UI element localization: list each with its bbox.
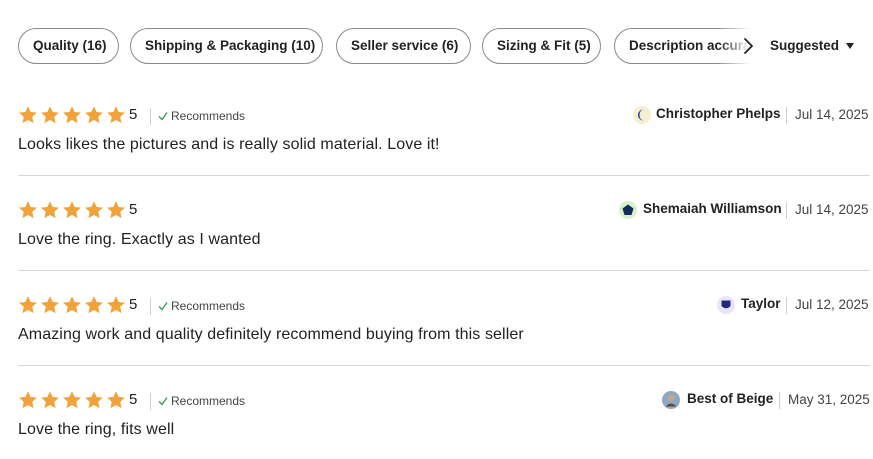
- chevron-right-icon[interactable]: [737, 34, 759, 58]
- review-meta: Best of Beige May 31, 2025: [662, 390, 870, 410]
- star-icon: [106, 105, 126, 125]
- check-icon: [158, 301, 168, 311]
- photo-avatar-icon[interactable]: [662, 391, 680, 409]
- recommends-label: Recommends: [171, 109, 246, 123]
- star-icon: [84, 390, 104, 410]
- reviewer-name[interactable]: Taylor: [741, 296, 781, 311]
- filter-chip-quality[interactable]: Quality (16): [18, 28, 119, 64]
- divider: [786, 202, 787, 219]
- rating-value: 5: [129, 391, 138, 408]
- star-icon: [84, 295, 104, 315]
- reviewer-name[interactable]: Christopher Phelps: [656, 106, 781, 121]
- review-text: Looks likes the pictures and is really s…: [18, 136, 440, 153]
- review-date: May 31, 2025: [788, 392, 870, 407]
- star-rating: [18, 105, 128, 125]
- star-icon: [18, 295, 38, 315]
- star-icon: [40, 105, 60, 125]
- star-icon: [106, 295, 126, 315]
- review-text: Love the ring, fits well: [18, 421, 175, 438]
- star-icon: [18, 390, 38, 410]
- star-rating: [18, 295, 128, 315]
- review-date: Jul 14, 2025: [795, 202, 869, 217]
- recommends-badge: Recommends: [158, 109, 245, 123]
- divider: [786, 297, 787, 314]
- star-icon: [40, 295, 60, 315]
- sort-dropdown[interactable]: Suggested: [770, 28, 839, 64]
- review-date: Jul 12, 2025: [795, 297, 869, 312]
- divider: [779, 392, 780, 409]
- rating-value: 5: [129, 296, 138, 313]
- star-icon: [62, 105, 82, 125]
- recommends-badge: Recommends: [158, 299, 245, 313]
- divider: [150, 108, 151, 125]
- star-rating: [18, 390, 128, 410]
- star-icon: [84, 200, 104, 220]
- check-icon: [158, 111, 168, 121]
- review-text: Love the ring. Exactly as I wanted: [18, 231, 261, 248]
- review-item: 5 Recommends Love the ring, fits well Be…: [18, 383, 870, 443]
- divider: [150, 393, 151, 410]
- review-meta: Taylor Jul 12, 2025: [717, 295, 870, 315]
- review-item: 5 Recommends Amazing work and quality de…: [18, 288, 870, 366]
- check-icon: [158, 396, 168, 406]
- rating-value: 5: [129, 201, 138, 218]
- review-item: 5 Recommends Looks likes the pictures an…: [18, 98, 870, 176]
- filter-chip-track: Quality (16) Shipping & Packaging (10) S…: [18, 28, 761, 64]
- recommends-badge: Recommends: [158, 394, 245, 408]
- review-meta: Shemaiah Williamson Jul 14, 2025: [619, 200, 870, 220]
- star-icon: [18, 200, 38, 220]
- star-icon: [62, 295, 82, 315]
- moon-avatar-icon[interactable]: [633, 106, 651, 124]
- rating-value: 5: [129, 106, 138, 123]
- shield-avatar-icon[interactable]: [717, 296, 735, 314]
- star-icon: [40, 390, 60, 410]
- star-icon: [106, 200, 126, 220]
- reviewer-name[interactable]: Best of Beige: [687, 391, 773, 406]
- recommends-label: Recommends: [171, 394, 246, 408]
- star-rating: [18, 200, 128, 220]
- star-icon: [62, 200, 82, 220]
- recommends-label: Recommends: [171, 299, 246, 313]
- review-text: Amazing work and quality definitely reco…: [18, 326, 524, 343]
- star-icon: [18, 105, 38, 125]
- review-date: Jul 14, 2025: [795, 107, 869, 122]
- filter-chip-seller-service[interactable]: Seller service (6): [336, 28, 471, 64]
- pentagon-avatar-icon[interactable]: [619, 201, 637, 219]
- review-meta: Christopher Phelps Jul 14, 2025: [633, 105, 870, 125]
- star-icon: [40, 200, 60, 220]
- divider: [150, 298, 151, 315]
- review-item: 5 Love the ring. Exactly as I wanted She…: [18, 193, 870, 271]
- star-icon: [84, 105, 104, 125]
- filter-chip-sizing-fit[interactable]: Sizing & Fit (5): [482, 28, 601, 64]
- star-icon: [62, 390, 82, 410]
- review-filter-bar: Quality (16) Shipping & Packaging (10) S…: [18, 28, 873, 64]
- divider: [786, 107, 787, 124]
- caret-down-icon[interactable]: [846, 43, 854, 49]
- reviewer-name[interactable]: Shemaiah Williamson: [643, 201, 782, 216]
- filter-chip-shipping-packaging[interactable]: Shipping & Packaging (10): [130, 28, 323, 64]
- star-icon: [106, 390, 126, 410]
